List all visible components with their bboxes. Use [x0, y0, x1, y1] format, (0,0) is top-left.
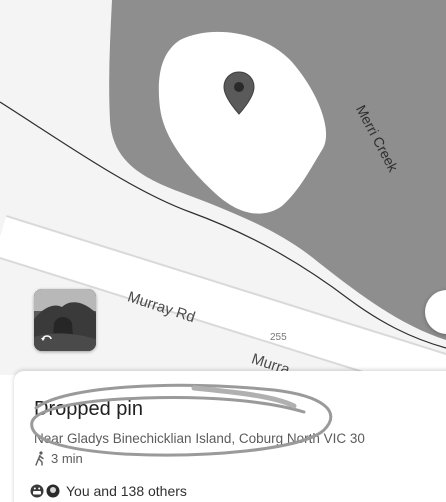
- walk-time-row[interactable]: 3 min: [34, 451, 83, 466]
- social-row[interactable]: You and 138 others: [30, 483, 187, 499]
- map-pin-icon[interactable]: [221, 70, 257, 118]
- map-view[interactable]: Murray Rd Murra Merri Creek 255: [0, 0, 446, 375]
- place-address: Near Gladys Binechicklian Island, Coburg…: [34, 431, 365, 446]
- street-view-thumbnail[interactable]: [34, 289, 96, 351]
- grinning-face-icon: [30, 484, 44, 498]
- place-title: Dropped pin: [34, 398, 143, 420]
- walking-person-icon: [35, 451, 44, 466]
- street-view-icon: [41, 335, 52, 341]
- route-number: 255: [270, 332, 287, 343]
- face-icon: [46, 484, 60, 498]
- walk-time: 3 min: [51, 451, 83, 466]
- maps-screen: Murray Rd Murra Merri Creek 255 Dropped …: [0, 0, 446, 502]
- social-text: You and 138 others: [66, 483, 187, 499]
